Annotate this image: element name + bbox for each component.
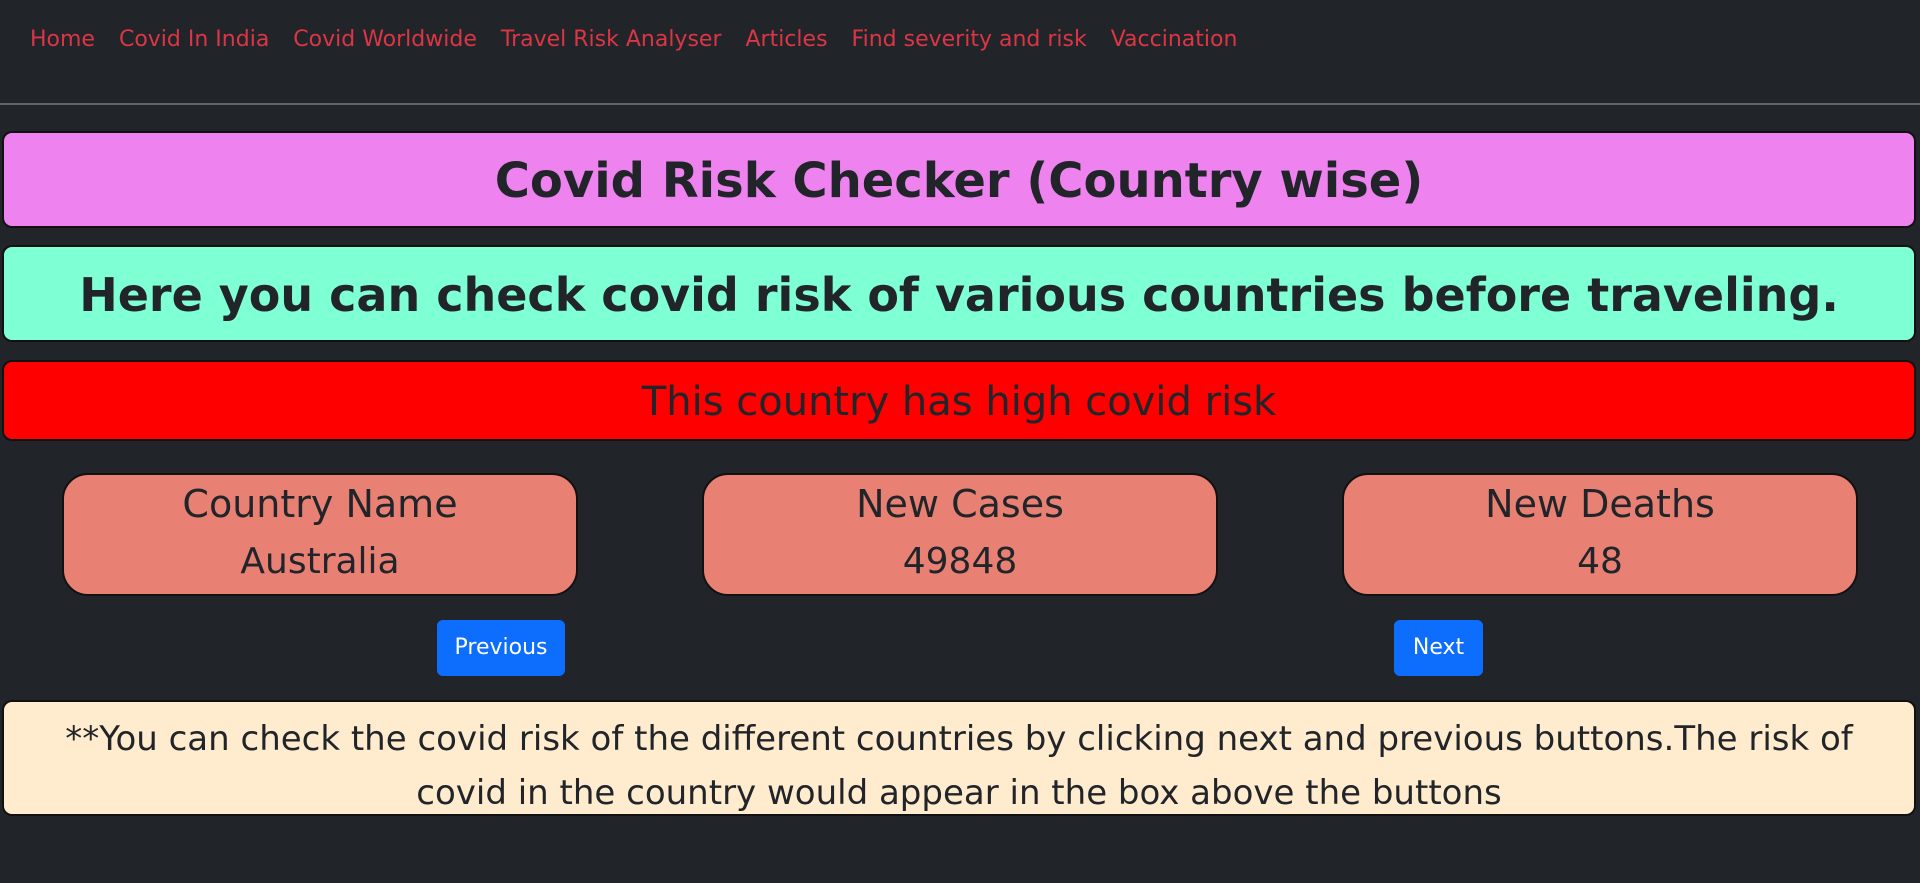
risk-status-box: This country has high covid risk <box>2 360 1916 441</box>
new-cases-label: New Cases <box>856 482 1064 526</box>
nav-link-covid-in-india[interactable]: Covid In India <box>119 27 269 52</box>
new-deaths-card: New Deaths 48 <box>1342 473 1858 596</box>
instructions-text: **You can check the covid risk of the di… <box>65 719 1853 813</box>
page-subtitle: Here you can check covid risk of various… <box>79 268 1839 322</box>
subtitle-banner: Here you can check covid risk of various… <box>2 245 1916 342</box>
divider <box>0 103 1920 105</box>
page-title: Covid Risk Checker (Country wise) <box>494 153 1424 209</box>
next-button[interactable]: Next <box>1394 620 1483 676</box>
nav-link-home[interactable]: Home <box>30 27 95 52</box>
nav-link-travel-risk-analyser[interactable]: Travel Risk Analyser <box>501 27 722 52</box>
nav-menu: Home Covid In India Covid Worldwide Trav… <box>30 26 1261 54</box>
nav-link-covid-worldwide[interactable]: Covid Worldwide <box>293 27 477 52</box>
instructions-note: **You can check the covid risk of the di… <box>2 700 1916 816</box>
new-deaths-label: New Deaths <box>1485 482 1715 526</box>
new-deaths-value: 48 <box>1577 541 1623 582</box>
country-name-value: Australia <box>240 541 400 582</box>
title-banner: Covid Risk Checker (Country wise) <box>2 131 1916 228</box>
top-navbar: Home Covid In India Covid Worldwide Trav… <box>0 0 1920 80</box>
nav-link-vaccination[interactable]: Vaccination <box>1111 27 1238 52</box>
nav-link-find-severity-and-risk[interactable]: Find severity and risk <box>852 27 1087 52</box>
new-cases-value: 49848 <box>902 541 1018 582</box>
new-cases-card: New Cases 49848 <box>702 473 1218 596</box>
country-name-card: Country Name Australia <box>62 473 578 596</box>
nav-link-articles[interactable]: Articles <box>746 27 828 52</box>
previous-button[interactable]: Previous <box>437 620 565 676</box>
country-name-label: Country Name <box>182 482 458 526</box>
risk-status-message: This country has high covid risk <box>641 379 1277 425</box>
